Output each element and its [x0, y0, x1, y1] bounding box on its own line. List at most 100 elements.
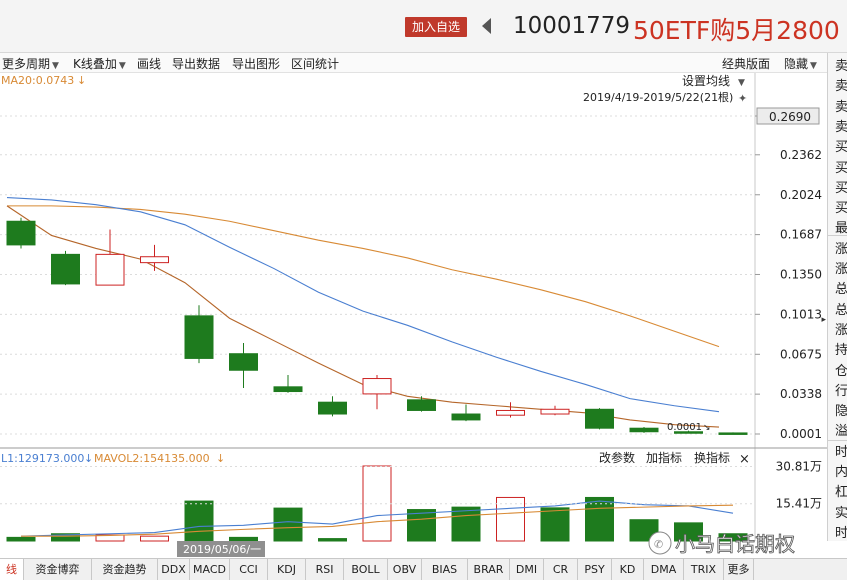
- wechat-glyph-icon: ✆: [654, 538, 663, 551]
- indicator-tab[interactable]: TRIX: [684, 559, 724, 580]
- volume-bar: [140, 535, 169, 542]
- indicator-tab[interactable]: 更多: [724, 559, 754, 580]
- candle-body: [496, 409, 525, 416]
- chevron-down-icon: ▼: [738, 78, 745, 88]
- volume-bar: [585, 496, 614, 542]
- indicator-tabs: 线资金博弈 资金趋势 DDX MACD CCI KDJ RSI BOLL OBV BIAS BRAR…: [0, 558, 847, 580]
- candle: [362, 374, 392, 410]
- price-ticks: 0.2362 0.2024 0.1687 0.1350 0.1013 0.0675 0.03…: [755, 115, 822, 441]
- price-tick-label: 0.0001: [780, 427, 822, 441]
- volume-bar: [184, 500, 214, 542]
- side-panel-label: 隐: [835, 404, 847, 420]
- side-panel-label: 涨: [835, 262, 847, 277]
- min-price-label: 0.0001: [667, 422, 702, 433]
- price-tick-label: 0.2024: [780, 188, 822, 202]
- candle: [318, 396, 347, 417]
- candle-body: [140, 256, 169, 264]
- side-panel-label: 内: [835, 465, 847, 480]
- add-indicator-button[interactable]: 加指标: [646, 450, 682, 465]
- side-panel-label: 最: [835, 221, 847, 237]
- price-tick-label: 0.1013: [780, 307, 822, 321]
- candles: [6, 217, 748, 435]
- volume-bar: [6, 536, 36, 542]
- side-panel-label: 实: [835, 505, 847, 521]
- candle: [496, 402, 525, 418]
- candle-body: [51, 253, 80, 285]
- pin-icon[interactable]: ✦: [738, 92, 747, 105]
- side-panel-label: 杠: [835, 485, 847, 501]
- candle: [6, 217, 36, 249]
- indicator-tab[interactable]: KD: [612, 559, 644, 580]
- quote-side-panel: 卖卖卖卖买买买买最涨涨总总涨持仓行隐溢时内杠实时: [827, 53, 847, 541]
- candle-body: [273, 386, 303, 393]
- candle: [585, 408, 614, 430]
- volume-bar: [451, 506, 481, 542]
- candle: [51, 250, 80, 286]
- candle-body: [95, 253, 125, 286]
- candle-body: [451, 413, 481, 421]
- arrow-down-icon: ↓: [216, 452, 225, 465]
- side-panel-label: 持: [835, 343, 847, 359]
- indicator-tab[interactable]: 线: [0, 559, 24, 580]
- side-panel-label: 买: [835, 140, 847, 156]
- indicator-tab[interactable]: DMI: [510, 559, 544, 580]
- side-panel-label: 买: [835, 201, 847, 217]
- volume-bar: [318, 538, 347, 542]
- price-tick-label: 0.2362: [780, 148, 822, 162]
- candle: [184, 305, 214, 364]
- indicator-tab[interactable]: BRAR: [468, 559, 510, 580]
- indicator-tab[interactable]: PSY: [578, 559, 612, 580]
- candle-body: [585, 408, 614, 429]
- indicator-tab[interactable]: 资金趋势: [92, 559, 158, 580]
- switch-indicator-button[interactable]: 换指标: [694, 450, 730, 465]
- side-panel-label: 卖: [835, 99, 847, 115]
- candle-body: [407, 399, 436, 411]
- candle-body: [184, 315, 214, 359]
- price-tick-label: 0.1350: [780, 267, 822, 281]
- close-icon[interactable]: ×: [739, 452, 750, 467]
- candle-body: [540, 408, 570, 415]
- ma-settings-button[interactable]: 设置均线: [682, 74, 730, 88]
- side-panel-label: 时: [835, 525, 847, 541]
- candle: [407, 396, 436, 412]
- side-panel-label: 总: [835, 302, 847, 318]
- indicator-tab[interactable]: BOLL: [344, 559, 388, 580]
- side-panel-divider: [828, 440, 847, 441]
- volume-bar: [229, 536, 258, 542]
- price-tick-label: 0.1687: [780, 228, 822, 242]
- volume-bar: [407, 509, 436, 542]
- date-cursor-label: 2019/05/06/一: [183, 543, 261, 556]
- indicator-tab[interactable]: BIAS: [422, 559, 468, 580]
- candle-body: [362, 378, 392, 395]
- candle-body: [318, 401, 347, 415]
- volume-bar: [540, 507, 570, 542]
- arrow-down-icon: ↓: [84, 452, 93, 465]
- indicator-tab[interactable]: 资金博弈: [24, 559, 92, 580]
- edit-params-button[interactable]: 改参数: [599, 450, 635, 465]
- current-price-value: 0.2690: [769, 110, 811, 124]
- side-panel-label: 卖: [835, 59, 847, 74]
- volume-tick-label: 30.81万: [776, 459, 822, 473]
- side-panel-label: 涨: [835, 241, 847, 257]
- indicator-tab[interactable]: MACD: [190, 559, 230, 580]
- price-tick-label: 0.0675: [780, 347, 822, 361]
- indicator-tab[interactable]: CR: [544, 559, 578, 580]
- indicator-tab[interactable]: KDJ: [268, 559, 306, 580]
- volume-bar: [273, 507, 303, 542]
- indicator-tab[interactable]: DDX: [158, 559, 190, 580]
- indicator-tab[interactable]: RSI: [306, 559, 344, 580]
- candle-body: [229, 353, 258, 371]
- side-panel-label: 买: [835, 180, 847, 196]
- volume-ticks: 30.81万 15.41万: [0, 459, 822, 511]
- indicator-tab[interactable]: OBV: [388, 559, 422, 580]
- candle: [629, 427, 659, 433]
- kline-chart: 0.2362 0.2024 0.1687 0.1350 0.1013 0.0675 0.03…: [0, 73, 827, 557]
- volume-tick-label: 15.41万: [776, 497, 822, 511]
- watermark-text: 小马白话期权: [675, 532, 795, 556]
- expand-arrow-icon[interactable]: ▸: [821, 315, 826, 325]
- side-panel-divider: [828, 235, 847, 236]
- indicator-tab[interactable]: CCI: [230, 559, 268, 580]
- indicator-tab[interactable]: DMA: [644, 559, 684, 580]
- candle-body: [6, 220, 36, 246]
- candle-body: [718, 432, 748, 435]
